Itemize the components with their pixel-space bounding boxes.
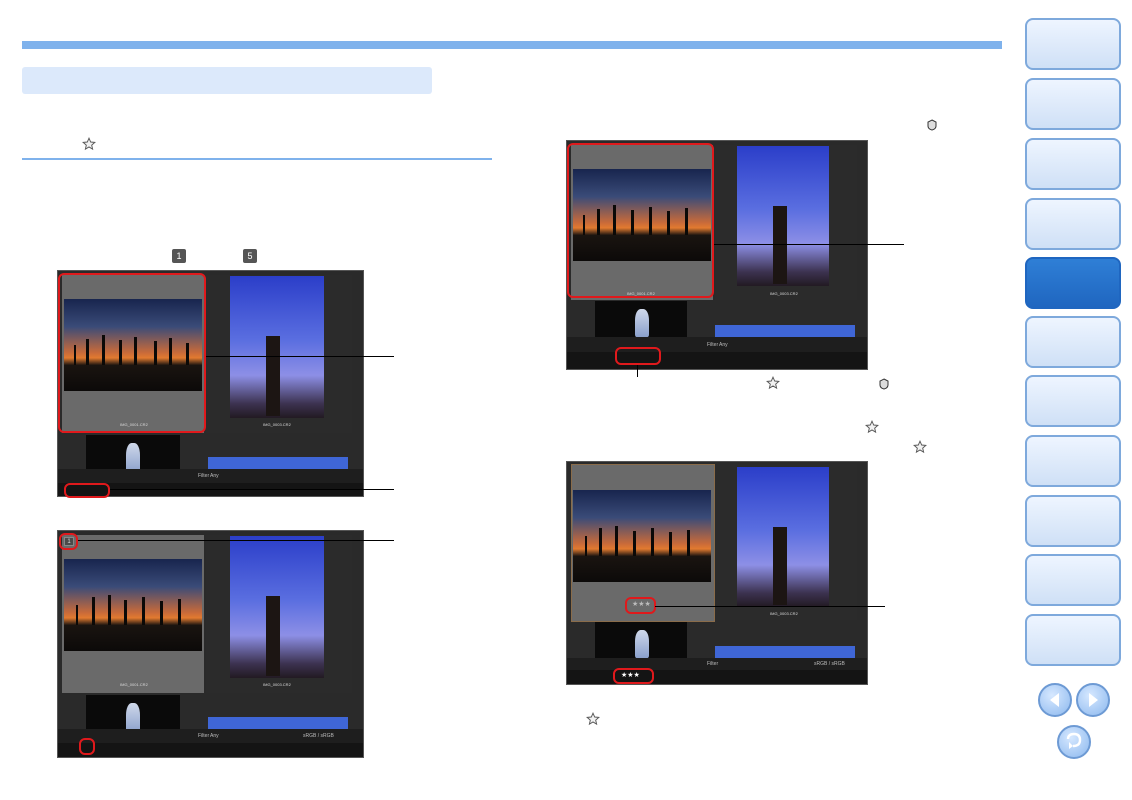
blue-photo	[715, 646, 855, 658]
sidebar-tab-8[interactable]	[1025, 435, 1121, 487]
thumbnail-filename: IMG_0003.CR2	[263, 422, 291, 427]
baobab-photo	[737, 467, 829, 607]
check-toolbar	[58, 743, 363, 757]
zoom-toolbar: Filter Any	[567, 337, 867, 352]
sidebar-tab-1[interactable]	[1025, 18, 1121, 70]
filter-value: Any	[719, 342, 728, 348]
star-icon	[865, 420, 879, 434]
highlight-check-button	[79, 738, 95, 755]
return-button[interactable]	[1057, 725, 1091, 759]
sidebar-tab-7[interactable]	[1025, 375, 1121, 427]
header-bar	[22, 41, 1002, 49]
sidebar-tab-9[interactable]	[1025, 495, 1121, 547]
highlight-check-badge	[59, 533, 78, 550]
shield-icon	[927, 119, 937, 131]
blue-photo	[715, 325, 855, 337]
sunset-photo	[64, 559, 202, 651]
check-5-label: 5	[247, 251, 253, 261]
callout-line	[714, 244, 904, 245]
check-mark-1-icon: 1	[172, 249, 186, 263]
highlight-rating-buttons	[615, 347, 661, 365]
filter-value: Any	[210, 473, 219, 479]
baobab-photo	[230, 536, 324, 678]
filter-label: Filter	[707, 342, 719, 348]
right-arrow-icon	[1089, 693, 1098, 707]
baobab-photo	[230, 276, 324, 418]
star-icon	[913, 440, 927, 454]
rating-toolbar	[567, 352, 867, 369]
thumbnail-filename: IMG_0003.CR2	[770, 291, 798, 296]
night-photo	[595, 622, 687, 658]
highlight-thumbnail	[58, 273, 206, 433]
colorspace-label: sRGB / sRGB	[814, 661, 845, 667]
callout-line	[206, 356, 394, 357]
check-1-label: 1	[176, 251, 182, 261]
colorspace-label: sRGB / sRGB	[303, 733, 334, 739]
screenshot-rating-applied: IMG_0003.CR2 Filter sRGB / sRGB	[566, 461, 868, 685]
night-photo	[86, 435, 180, 473]
left-arrow-icon	[1050, 693, 1059, 707]
rating-buttons: ★★★	[621, 672, 640, 679]
zoom-toolbar: Filter Any	[58, 469, 363, 483]
divider-rule	[22, 158, 492, 160]
star-icon	[766, 376, 780, 390]
sidebar-tab-6[interactable]	[1025, 316, 1121, 368]
check-mark-5-icon: 5	[243, 249, 257, 263]
filter-value: Any	[210, 733, 219, 739]
star-icon	[82, 137, 96, 151]
sidebar-tab-4[interactable]	[1025, 198, 1121, 250]
callout-line	[110, 489, 394, 490]
sidebar-tab-3[interactable]	[1025, 138, 1121, 190]
baobab-photo	[737, 146, 829, 286]
sunset-photo	[573, 490, 711, 582]
callout-line	[78, 540, 394, 541]
highlight-thumbnail	[567, 143, 714, 298]
section-heading-box	[22, 67, 432, 94]
next-page-button[interactable]	[1076, 683, 1110, 717]
night-photo	[595, 301, 687, 337]
rating-toolbar	[567, 670, 867, 684]
sidebar-tab-10[interactable]	[1025, 554, 1121, 606]
filter-label: Filter	[198, 473, 210, 479]
zoom-toolbar: Filter sRGB / sRGB	[567, 658, 867, 670]
highlight-check-buttons	[64, 483, 110, 498]
night-photo	[86, 695, 180, 733]
zoom-toolbar: Filter Any sRGB / sRGB	[58, 729, 363, 743]
sidebar-tab-11[interactable]	[1025, 614, 1121, 666]
filter-label: Filter	[198, 733, 210, 739]
thumbnail-filename: IMG_0001.CR2	[120, 682, 148, 687]
prev-page-button[interactable]	[1038, 683, 1072, 717]
sidebar-tab-5-active[interactable]	[1025, 257, 1121, 309]
star-icon	[586, 712, 600, 726]
callout-line	[637, 365, 638, 377]
callout-line	[655, 606, 885, 607]
thumbnail-filename: IMG_0003.CR2	[263, 682, 291, 687]
screenshot-check-applied: 1 IMG_0001.CR2 IMG_0003.CR2 Filter Any s…	[57, 530, 364, 758]
return-icon	[1066, 732, 1082, 749]
shield-icon	[879, 378, 889, 390]
filter-label: Filter	[707, 661, 719, 667]
sidebar-tab-2[interactable]	[1025, 78, 1121, 130]
thumbnail-filename: IMG_0003.CR2	[770, 611, 798, 616]
rating-stars: ★★★	[632, 601, 651, 608]
